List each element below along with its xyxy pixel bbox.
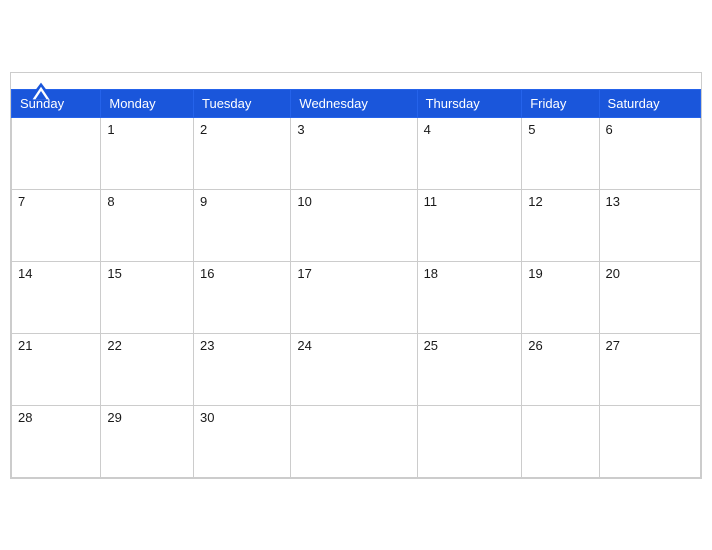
weekday-saturday: Saturday	[599, 89, 700, 117]
day-number: 7	[18, 194, 25, 209]
day-cell: 12	[522, 189, 599, 261]
day-cell: 16	[194, 261, 291, 333]
day-cell: 17	[291, 261, 417, 333]
day-number: 18	[424, 266, 438, 281]
day-number: 30	[200, 410, 214, 425]
weekday-header-row: SundayMondayTuesdayWednesdayThursdayFrid…	[12, 89, 701, 117]
day-cell: 15	[101, 261, 194, 333]
day-number: 17	[297, 266, 311, 281]
day-cell: 7	[12, 189, 101, 261]
day-cell	[417, 405, 522, 477]
day-cell: 4	[417, 117, 522, 189]
day-number: 5	[528, 122, 535, 137]
day-number: 25	[424, 338, 438, 353]
day-cell: 23	[194, 333, 291, 405]
logo	[27, 81, 55, 101]
day-cell: 5	[522, 117, 599, 189]
weekday-wednesday: Wednesday	[291, 89, 417, 117]
weekday-tuesday: Tuesday	[194, 89, 291, 117]
day-cell: 21	[12, 333, 101, 405]
day-number: 26	[528, 338, 542, 353]
day-number: 9	[200, 194, 207, 209]
day-cell: 6	[599, 117, 700, 189]
day-number: 3	[297, 122, 304, 137]
week-row-1: 1 2 3 4 5 6	[12, 117, 701, 189]
day-number: 16	[200, 266, 214, 281]
calendar-table: SundayMondayTuesdayWednesdayThursdayFrid…	[11, 89, 701, 478]
day-cell: 3	[291, 117, 417, 189]
day-number: 20	[606, 266, 620, 281]
calendar-header	[11, 73, 701, 89]
day-cell: 30	[194, 405, 291, 477]
day-number: 10	[297, 194, 311, 209]
calendar: SundayMondayTuesdayWednesdayThursdayFrid…	[10, 72, 702, 479]
logo-icon	[27, 81, 55, 101]
day-cell: 22	[101, 333, 194, 405]
day-number: 13	[606, 194, 620, 209]
day-cell: 28	[12, 405, 101, 477]
day-number: 8	[107, 194, 114, 209]
day-cell: 1	[101, 117, 194, 189]
day-cell: 2	[194, 117, 291, 189]
day-number: 23	[200, 338, 214, 353]
week-row-4: 21 22 23 24 25 26 27	[12, 333, 701, 405]
day-number: 11	[424, 194, 438, 209]
day-number: 27	[606, 338, 620, 353]
day-cell	[599, 405, 700, 477]
day-number: 2	[200, 122, 207, 137]
day-number: 14	[18, 266, 32, 281]
day-cell: 8	[101, 189, 194, 261]
day-cell: 10	[291, 189, 417, 261]
day-number: 22	[107, 338, 121, 353]
day-cell: 29	[101, 405, 194, 477]
day-cell: 11	[417, 189, 522, 261]
day-number: 19	[528, 266, 542, 281]
day-cell: 13	[599, 189, 700, 261]
day-number: 21	[18, 338, 32, 353]
day-cell: 20	[599, 261, 700, 333]
day-number: 1	[107, 122, 114, 137]
day-number: 24	[297, 338, 311, 353]
day-cell: 25	[417, 333, 522, 405]
week-row-2: 7 8 9 10 11 12 13	[12, 189, 701, 261]
day-number: 29	[107, 410, 121, 425]
day-cell: 26	[522, 333, 599, 405]
weekday-thursday: Thursday	[417, 89, 522, 117]
day-cell	[522, 405, 599, 477]
day-cell: 27	[599, 333, 700, 405]
day-cell: 18	[417, 261, 522, 333]
day-cell	[291, 405, 417, 477]
day-cell	[12, 117, 101, 189]
weekday-monday: Monday	[101, 89, 194, 117]
day-number: 12	[528, 194, 542, 209]
day-number: 15	[107, 266, 121, 281]
day-cell: 14	[12, 261, 101, 333]
weekday-sunday: Sunday	[12, 89, 101, 117]
day-cell: 19	[522, 261, 599, 333]
week-row-3: 14 15 16 17 18 19 20	[12, 261, 701, 333]
day-cell: 9	[194, 189, 291, 261]
day-number: 6	[606, 122, 613, 137]
weekday-friday: Friday	[522, 89, 599, 117]
day-number: 4	[424, 122, 431, 137]
day-cell: 24	[291, 333, 417, 405]
day-number: 28	[18, 410, 32, 425]
week-row-5: 28 29 30	[12, 405, 701, 477]
